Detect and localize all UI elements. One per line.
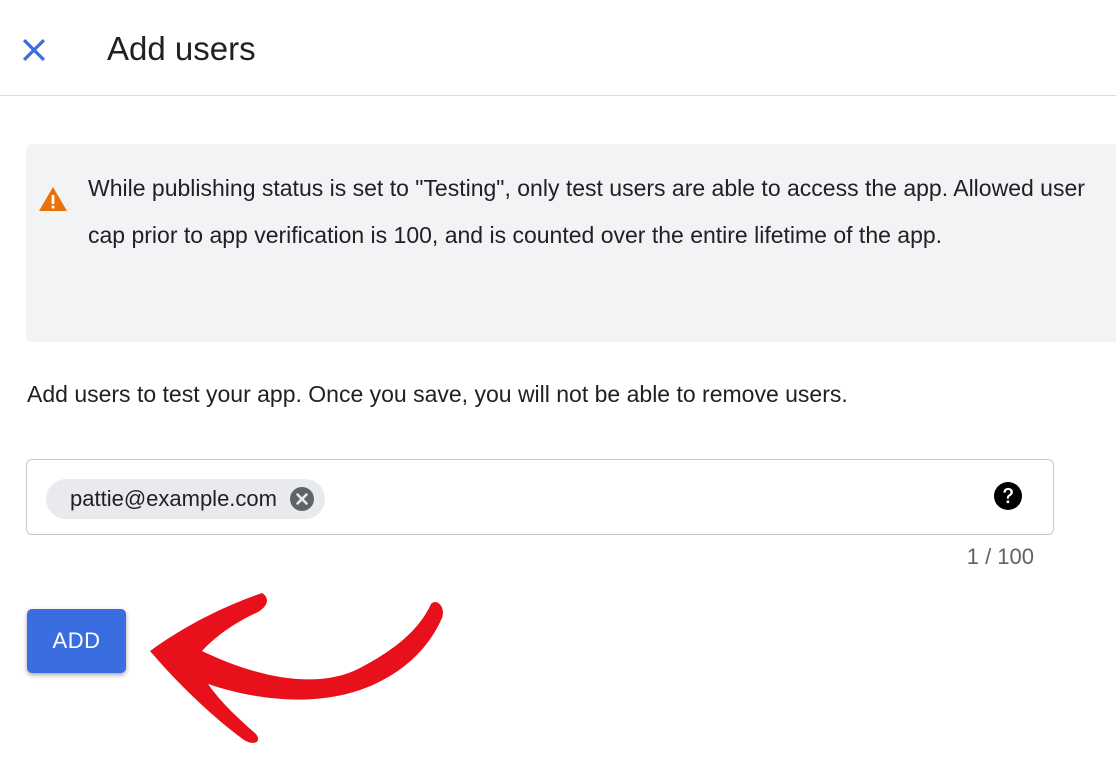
- cancel-circle-icon: [289, 487, 314, 511]
- remove-chip-button[interactable]: [289, 486, 315, 512]
- user-chip-label: pattie@example.com: [70, 486, 277, 511]
- users-input[interactable]: pattie@example.com: [26, 459, 1054, 535]
- close-icon: [22, 38, 46, 62]
- warning-text: While publishing status is set to "Testi…: [88, 175, 1085, 248]
- dialog-header: Add users: [0, 0, 1116, 96]
- close-button[interactable]: [14, 30, 54, 70]
- help-circle-icon[interactable]: [993, 481, 1023, 511]
- add-button[interactable]: ADD: [27, 609, 126, 673]
- page-title: Add users: [107, 30, 256, 67]
- user-count: 1 / 100: [966, 544, 1034, 569]
- user-chip: pattie@example.com: [46, 479, 325, 519]
- instructions-text: Add users to test your app. Once you sav…: [27, 381, 848, 407]
- add-users-dialog: Add users While publishing status is set…: [0, 0, 1116, 784]
- warning-banner: While publishing status is set to "Testi…: [26, 144, 1116, 342]
- warning-triangle-icon: [39, 187, 67, 211]
